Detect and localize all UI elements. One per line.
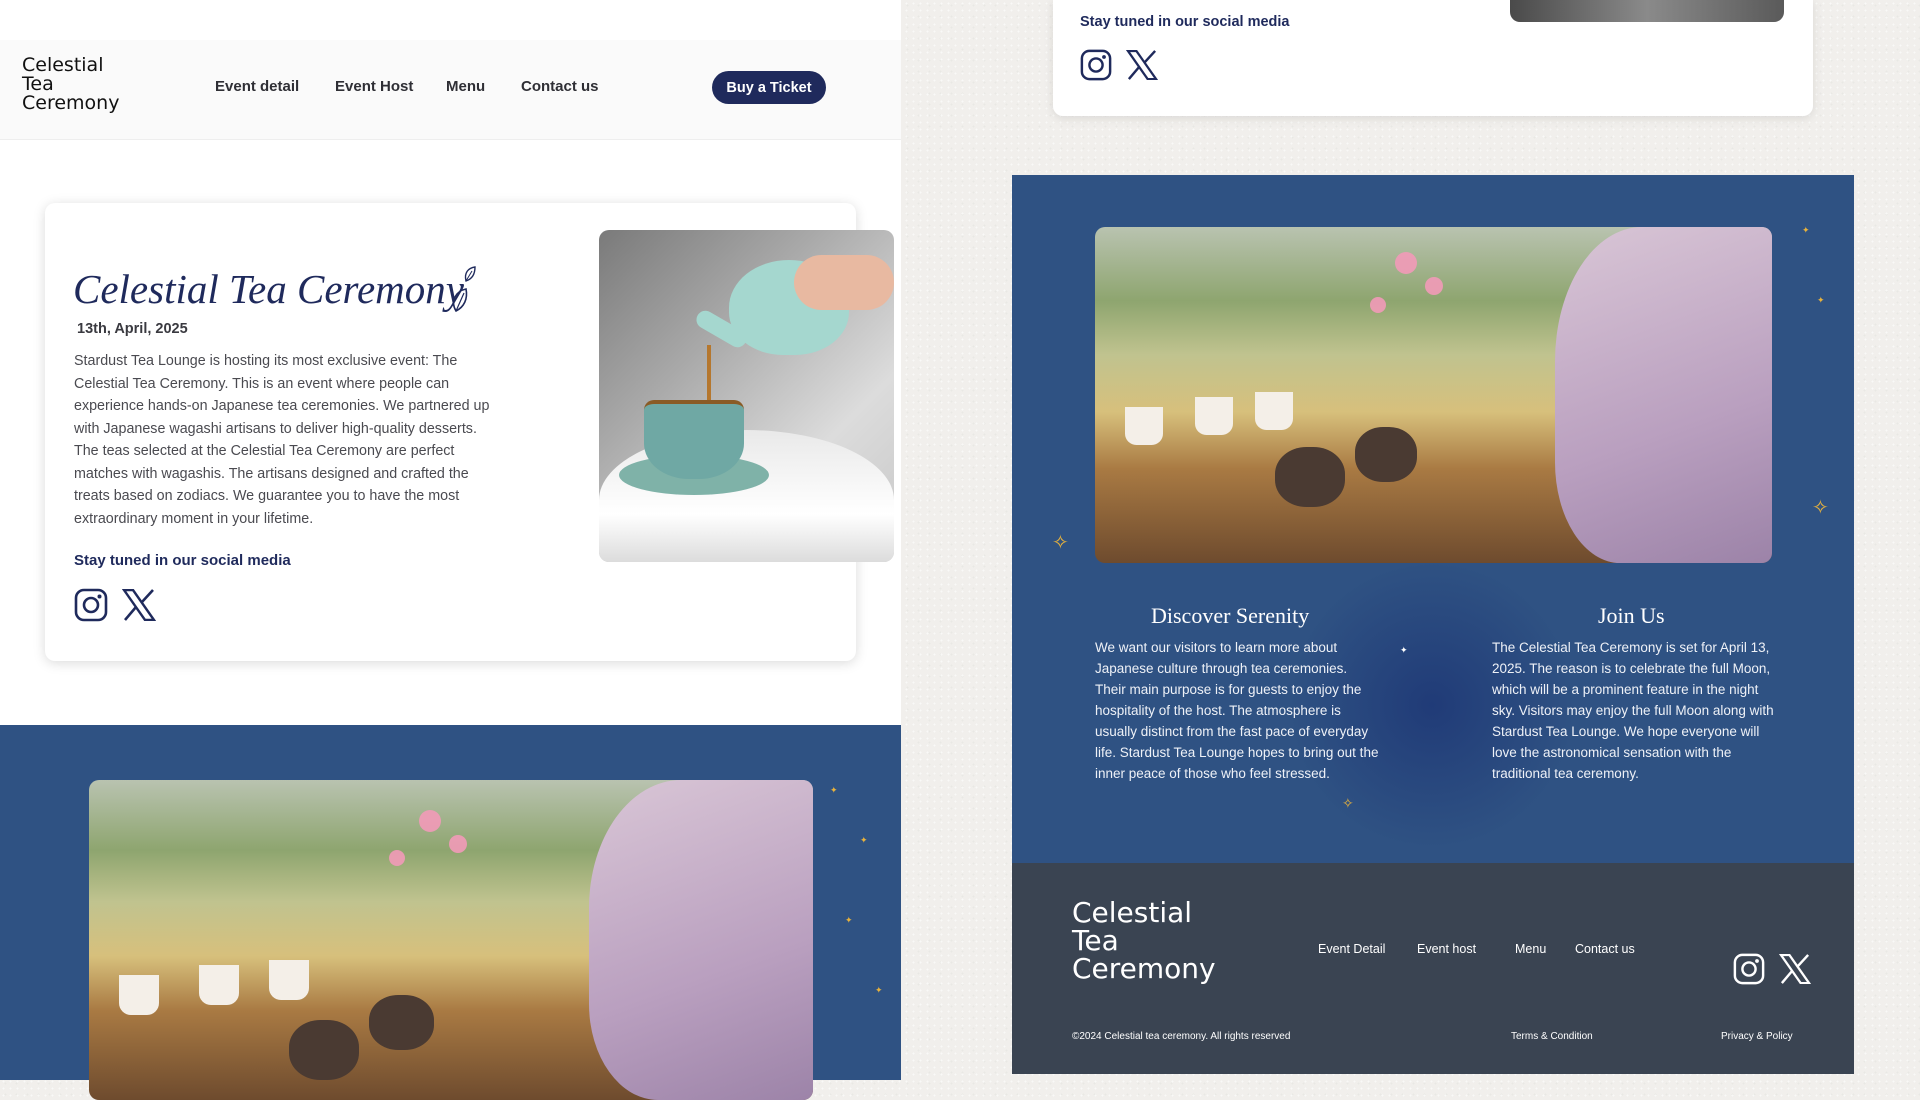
tea-stream [707,345,711,405]
sparkle-icon: ✦ [1817,295,1825,305]
join-us-title: Join Us [1598,603,1665,628]
discover-serenity-text: We want our visitors to learn more about… [1095,640,1379,781]
nav-menu[interactable]: Menu [446,78,485,95]
event-title: Celestial Tea Ceremony [73,266,464,312]
logo-line-1: Celestial [1072,896,1193,929]
discover-serenity-title: Discover Serenity [1151,603,1310,628]
teacup-shape [119,975,159,1015]
blossom-shape [389,850,405,866]
instagram-icon[interactable] [74,588,108,622]
kimono-figure [1555,227,1772,563]
teacup-shape [644,400,744,479]
social-heading: Stay tuned in our social media [1080,14,1290,30]
logo-line-2: Tea [1072,924,1119,957]
blossom-shape [419,810,441,832]
footer-link-event-host[interactable]: Event host [1417,942,1476,956]
left-mockup-panel: Celestial Tea Ceremony Event detail Even… [0,0,901,1100]
left-blue-section: ✦ ✦ ✦ ✦ [0,725,901,1100]
teapot-shape [1275,447,1345,507]
footer-link-event-detail[interactable]: Event Detail [1318,942,1385,956]
blossom-shape [1395,252,1417,274]
table-surface [599,430,894,562]
hand-shape [794,255,894,310]
nav-event-detail[interactable]: Event detail [215,78,299,95]
terms-link[interactable]: Terms & Condition [1511,1031,1593,1042]
teacup-shape [199,965,239,1005]
teacup-shape [1195,397,1233,435]
teacup-shape [1255,392,1293,430]
privacy-link[interactable]: Privacy & Policy [1721,1031,1793,1042]
teacup-shape [1125,407,1163,445]
footer-link-menu[interactable]: Menu [1515,942,1546,956]
teacup-shape [269,960,309,1000]
site-header: Celestial Tea Ceremony Event detail Even… [0,40,901,140]
event-card: Celestial Tea Ceremony 13th, April, 2025… [45,203,894,661]
teapot-shape [369,995,434,1050]
sparkle-icon: ✦ [1802,225,1810,235]
kimono-figure [589,780,813,1100]
blossom-shape [449,835,467,853]
sparkle-icon: ✦ [875,985,883,995]
blossom-shape [1425,277,1443,295]
event-description: Stardust Tea Lounge is hosting its most … [74,353,490,527]
right-top-card: Stay tuned in our social media [1053,0,1813,116]
logo-line-3: Ceremony [1072,952,1216,985]
nav-event-host[interactable]: Event Host [335,78,413,95]
leaf-icon [452,266,476,313]
buy-ticket-button[interactable]: Buy a Ticket [712,71,826,104]
x-twitter-icon[interactable] [1779,954,1811,984]
logo-line-3: Ceremony [22,92,120,114]
sparkle-icon: ✧ [1052,532,1069,554]
sparkle-icon: ✦ [1400,645,1408,655]
teapot-shape [1355,427,1417,482]
instagram-icon[interactable] [1080,49,1112,81]
sparkle-icon: ✦ [860,835,868,845]
event-date: 13th, April, 2025 [77,321,188,337]
footer-logo[interactable]: Celestial Tea Ceremony [1072,899,1216,983]
instagram-icon[interactable] [1733,953,1765,985]
teapot-pouring-photo [599,230,894,562]
photo-fragment [1510,0,1784,22]
sparkle-icon: ✧ [1812,497,1829,519]
logo[interactable]: Celestial Tea Ceremony [22,56,119,113]
x-twitter-icon[interactable] [122,589,156,621]
teapot-shape [289,1020,359,1080]
copyright-text: ©2024 Celestial tea ceremony. All rights… [1072,1031,1291,1042]
tea-ceremony-photo [89,780,813,1100]
social-heading: Stay tuned in our social media [74,552,291,569]
sparkle-icon: ✦ [845,915,853,925]
sparkle-icon: ✧ [1342,795,1354,811]
join-us-text: The Celestial Tea Ceremony is set for Ap… [1492,640,1774,781]
right-blue-section: ✦ ✦ ✧ ✧ ✧ ✦ Discover Serenity We want ou… [1012,175,1854,863]
sparkle-icon: ✦ [830,785,838,795]
tea-ceremony-photo [1095,227,1772,563]
site-footer: Celestial Tea Ceremony Event Detail Even… [1012,863,1854,1074]
nav-contact-us[interactable]: Contact us [521,78,599,95]
x-twitter-icon[interactable] [1126,50,1158,80]
blossom-shape [1370,297,1386,313]
footer-link-contact-us[interactable]: Contact us [1575,942,1635,956]
